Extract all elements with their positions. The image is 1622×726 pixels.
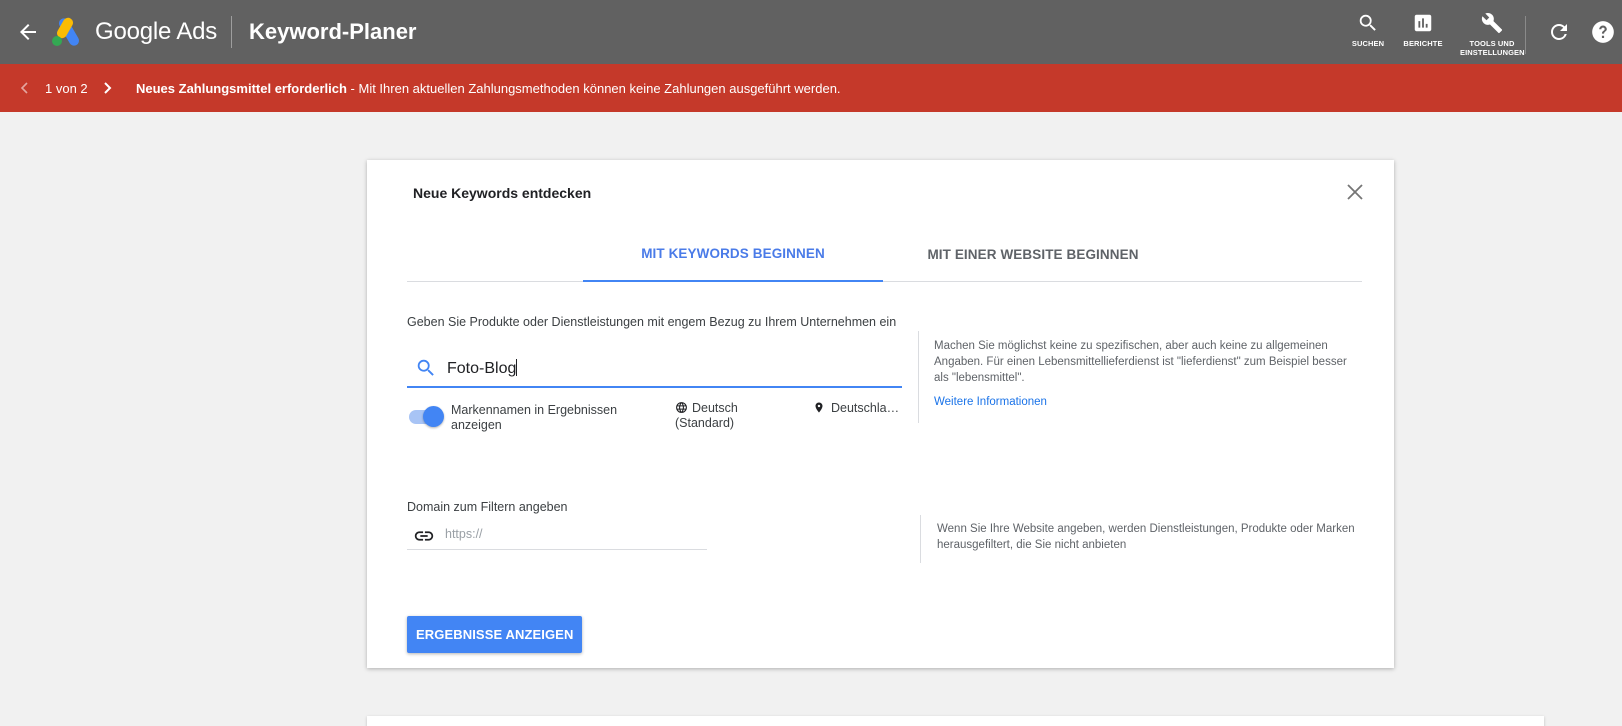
search-tool-button[interactable]: SUCHEN — [1350, 12, 1386, 48]
search-icon — [417, 359, 434, 376]
location-value: Deutschla… — [831, 401, 900, 415]
secondary-card — [367, 716, 1544, 726]
link-icon — [414, 531, 434, 541]
chevron-left-icon[interactable] — [18, 80, 32, 96]
reports-tool-button[interactable]: BERICHTE — [1403, 12, 1443, 48]
domain-filter-label: Domain zum Filtern angeben — [407, 500, 568, 514]
brand-names-toggle[interactable] — [407, 405, 445, 427]
domain-filter-field — [407, 520, 707, 550]
alert-message: Neues Zahlungsmittel erforderlich - Mit … — [136, 81, 841, 96]
show-results-button[interactable]: ERGEBNISSE ANZEIGEN — [407, 616, 583, 653]
text-caret — [516, 359, 518, 376]
keyword-input[interactable]: Foto-Blog — [407, 356, 902, 388]
page-title: Keyword-Planer — [249, 19, 417, 44]
keyword-hint-text: Machen Sie möglichst keine zu spezifisch… — [934, 340, 1347, 384]
card-title: Neue Keywords entdecken — [413, 185, 592, 201]
chevron-right-icon[interactable] — [100, 80, 114, 96]
top-bar: Google Ads Keyword-Planer SUCHEN BERICHT… — [0, 0, 1622, 64]
back-arrow-icon[interactable] — [16, 20, 40, 44]
column-divider — [918, 331, 919, 423]
globe-icon — [676, 402, 687, 413]
header-divider — [231, 16, 232, 48]
keyword-discovery-card: Neue Keywords entdecken MIT KEYWORDS BEG… — [367, 160, 1394, 668]
location-pin-icon — [815, 402, 823, 413]
start-mode-tabs: MIT KEYWORDS BEGINNEN MIT EINER WEBSITE … — [407, 226, 1362, 282]
brand-names-toggle-label: Markennamen in Ergebnissen anzeigen — [451, 403, 618, 432]
header-divider-right — [1525, 16, 1526, 54]
toggle-knob — [423, 406, 444, 427]
search-icon — [1359, 14, 1376, 31]
alert-count: 1 von 2 — [45, 81, 88, 96]
reports-tool-label: BERICHTE — [1403, 39, 1443, 48]
tab-start-with-keywords[interactable]: MIT KEYWORDS BEGINNEN — [583, 226, 883, 282]
keyword-input-value: Foto-Blog — [447, 359, 518, 377]
close-icon[interactable] — [1345, 182, 1365, 202]
keyword-prompt-label: Geben Sie Produkte oder Dienstleistungen… — [407, 315, 897, 329]
wrench-icon — [1481, 13, 1503, 34]
tools-settings-button[interactable]: TOOLS UND EINSTELLUNGEN — [1460, 12, 1525, 57]
column-divider-2 — [920, 515, 921, 563]
alert-title: Neues Zahlungsmittel erforderlich — [136, 81, 347, 96]
bar-chart-icon — [1414, 14, 1432, 32]
refresh-icon[interactable] — [1547, 20, 1571, 44]
alert-text: - Mit Ihren aktuellen Zahlungsmethoden k… — [346, 81, 841, 96]
tools-settings-label: TOOLS UND EINSTELLUNGEN — [1460, 39, 1525, 57]
help-icon[interactable] — [1590, 19, 1616, 45]
domain-hint-text: Wenn Sie Ihre Website angeben, werden Di… — [937, 523, 1355, 551]
domain-input[interactable] — [445, 523, 695, 545]
tab-start-with-website[interactable]: MIT EINER WEBSITE BEGINNEN — [883, 226, 1183, 282]
location-selector[interactable]: Deutschla… — [813, 401, 905, 415]
language-selector[interactable]: Deutsch (Standard) — [675, 401, 785, 431]
google-ads-logo-icon — [52, 17, 79, 46]
search-tool-label: SUCHEN — [1351, 39, 1385, 48]
payment-alert-banner: 1 von 2 Neues Zahlungsmittel erforderlic… — [0, 64, 1622, 112]
more-info-link[interactable]: Weitere Informationen — [934, 396, 1047, 408]
brand-name: Google Ads — [95, 18, 218, 45]
